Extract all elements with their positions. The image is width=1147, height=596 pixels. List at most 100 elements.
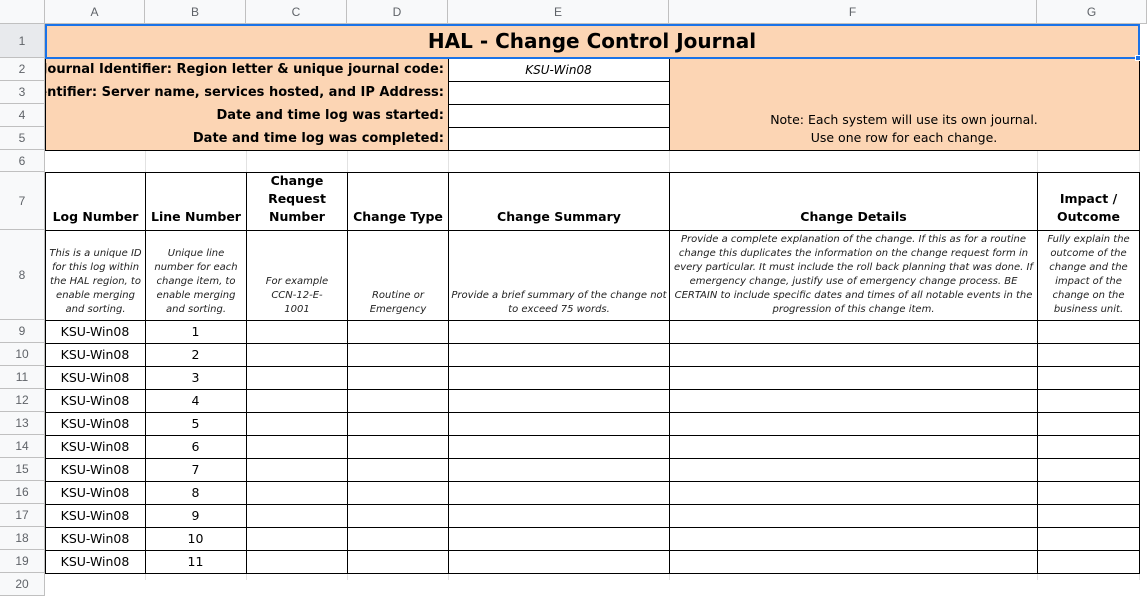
log-number-cell[interactable]: KSU-Win08 <box>45 504 145 527</box>
line-number-cell[interactable]: 11 <box>145 550 246 573</box>
table-cell[interactable] <box>449 367 669 388</box>
log-number-cell[interactable]: KSU-Win08 <box>45 343 145 366</box>
row-header-10[interactable]: 10 <box>0 343 45 366</box>
log-number-cell[interactable]: KSU-Win08 <box>45 389 145 412</box>
row-header-7[interactable]: 7 <box>0 172 45 230</box>
line-number-cell[interactable]: 2 <box>145 343 246 366</box>
table-cell[interactable] <box>449 413 669 434</box>
table-cell[interactable] <box>670 344 1037 365</box>
table-cell[interactable] <box>348 436 448 457</box>
table-cell[interactable] <box>247 436 347 457</box>
table-cell[interactable] <box>247 413 347 434</box>
log-started-field[interactable] <box>448 104 669 127</box>
row-header-13[interactable]: 13 <box>0 412 45 435</box>
line-number-cell[interactable]: 3 <box>145 366 246 389</box>
row-header-18[interactable]: 18 <box>0 527 45 550</box>
log-number-cell[interactable]: KSU-Win08 <box>45 366 145 389</box>
table-cell[interactable] <box>1038 482 1139 503</box>
row-header-14[interactable]: 14 <box>0 435 45 458</box>
row-header-2[interactable]: 2 <box>0 58 45 81</box>
column-header-g[interactable]: G <box>1037 0 1147 24</box>
table-cell[interactable] <box>1038 505 1139 526</box>
row-header-9[interactable]: 9 <box>0 320 45 343</box>
row-header-15[interactable]: 15 <box>0 458 45 481</box>
row-header-17[interactable]: 17 <box>0 504 45 527</box>
log-number-cell[interactable]: KSU-Win08 <box>45 412 145 435</box>
table-cell[interactable] <box>1038 390 1139 411</box>
table-cell[interactable] <box>449 390 669 411</box>
table-cell[interactable] <box>348 390 448 411</box>
log-number-cell[interactable]: KSU-Win08 <box>45 320 145 343</box>
system-identifier-field[interactable] <box>448 81 669 104</box>
log-number-cell[interactable]: KSU-Win08 <box>45 481 145 504</box>
log-number-cell[interactable]: KSU-Win08 <box>45 458 145 481</box>
table-cell[interactable] <box>247 344 347 365</box>
table-cell[interactable] <box>247 551 347 572</box>
column-header-b[interactable]: B <box>145 0 246 24</box>
table-cell[interactable] <box>1038 321 1139 342</box>
column-header-d[interactable]: D <box>347 0 448 24</box>
table-cell[interactable] <box>247 321 347 342</box>
table-cell[interactable] <box>348 505 448 526</box>
line-number-cell[interactable]: 1 <box>145 320 246 343</box>
line-number-cell[interactable]: 5 <box>145 412 246 435</box>
column-header-c[interactable]: C <box>246 0 347 24</box>
journal-identifier-value[interactable]: KSU-Win08 <box>448 58 669 81</box>
table-cell[interactable] <box>247 367 347 388</box>
row-header-3[interactable]: 3 <box>0 81 45 104</box>
table-cell[interactable] <box>449 551 669 572</box>
table-cell[interactable] <box>670 321 1037 342</box>
line-number-cell[interactable]: 8 <box>145 481 246 504</box>
log-number-cell[interactable]: KSU-Win08 <box>45 527 145 550</box>
table-cell[interactable] <box>670 367 1037 388</box>
line-number-cell[interactable]: 9 <box>145 504 246 527</box>
line-number-cell[interactable]: 10 <box>145 527 246 550</box>
table-cell[interactable] <box>348 459 448 480</box>
table-cell[interactable] <box>348 528 448 549</box>
line-number-cell[interactable]: 6 <box>145 435 246 458</box>
log-completed-field[interactable] <box>448 127 669 150</box>
row-header-16[interactable]: 16 <box>0 481 45 504</box>
row-header-5[interactable]: 5 <box>0 127 45 150</box>
table-cell[interactable] <box>348 482 448 503</box>
log-number-cell[interactable]: KSU-Win08 <box>45 550 145 573</box>
table-cell[interactable] <box>670 528 1037 549</box>
table-cell[interactable] <box>247 459 347 480</box>
column-header-f[interactable]: F <box>669 0 1037 24</box>
table-cell[interactable] <box>247 390 347 411</box>
table-cell[interactable] <box>449 459 669 480</box>
table-cell[interactable] <box>247 528 347 549</box>
table-cell[interactable] <box>348 321 448 342</box>
table-cell[interactable] <box>247 482 347 503</box>
line-number-cell[interactable]: 4 <box>145 389 246 412</box>
table-cell[interactable] <box>670 551 1037 572</box>
table-cell[interactable] <box>670 390 1037 411</box>
column-header-e[interactable]: E <box>448 0 669 24</box>
table-cell[interactable] <box>670 413 1037 434</box>
table-cell[interactable] <box>247 505 347 526</box>
column-header-a[interactable]: A <box>45 0 145 24</box>
table-cell[interactable] <box>1038 367 1139 388</box>
table-cell[interactable] <box>1038 459 1139 480</box>
table-cell[interactable] <box>348 344 448 365</box>
table-cell[interactable] <box>670 482 1037 503</box>
table-cell[interactable] <box>449 482 669 503</box>
row-header-19[interactable]: 19 <box>0 550 45 573</box>
table-cell[interactable] <box>449 344 669 365</box>
table-cell[interactable] <box>449 321 669 342</box>
row-header-6[interactable]: 6 <box>0 150 45 172</box>
row-header-4[interactable]: 4 <box>0 104 45 127</box>
table-cell[interactable] <box>670 459 1037 480</box>
row-header-1[interactable]: 1 <box>0 24 45 58</box>
table-cell[interactable] <box>449 528 669 549</box>
log-number-cell[interactable]: KSU-Win08 <box>45 435 145 458</box>
table-cell[interactable] <box>1038 551 1139 572</box>
table-cell[interactable] <box>670 436 1037 457</box>
table-cell[interactable] <box>1038 413 1139 434</box>
table-cell[interactable] <box>1038 436 1139 457</box>
table-cell[interactable] <box>348 367 448 388</box>
line-number-cell[interactable]: 7 <box>145 458 246 481</box>
table-cell[interactable] <box>670 505 1037 526</box>
table-cell[interactable] <box>1038 344 1139 365</box>
select-all-corner[interactable] <box>0 0 45 24</box>
